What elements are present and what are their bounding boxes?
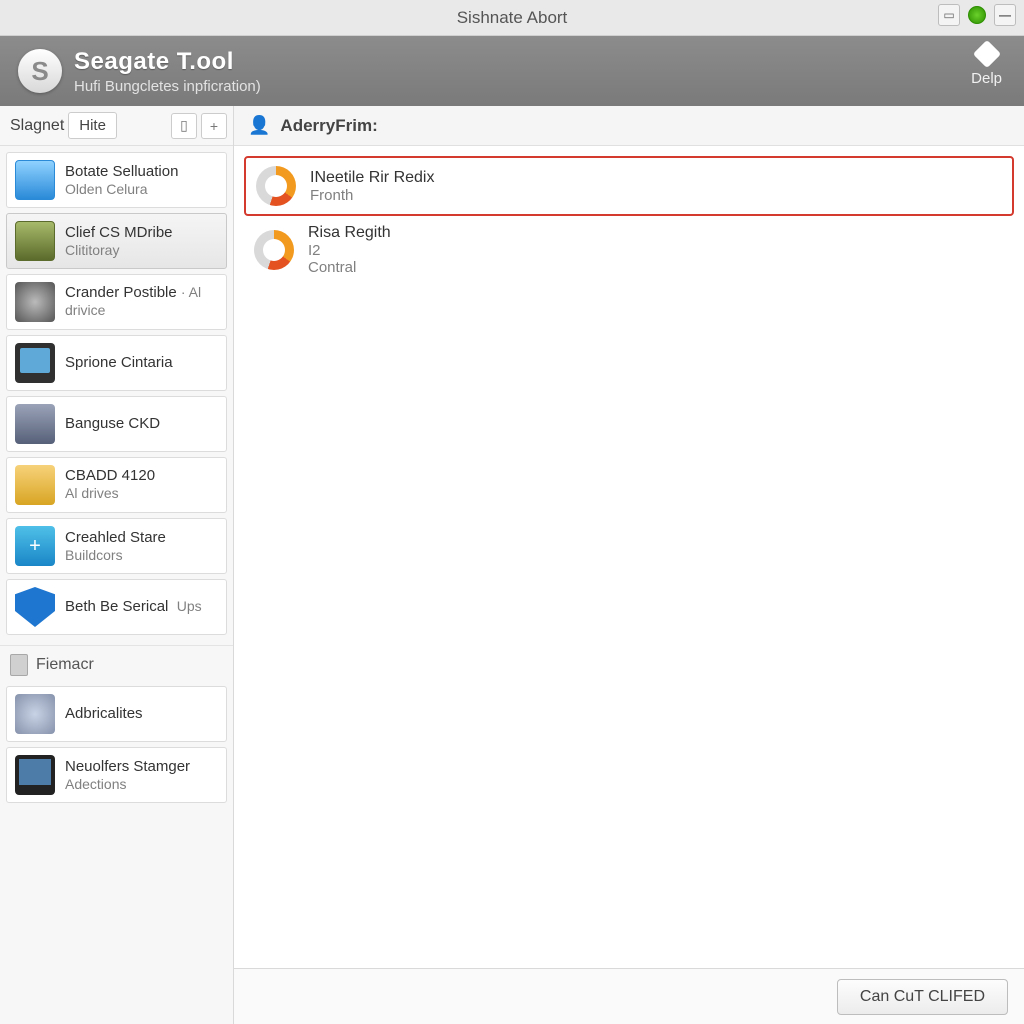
sidebar-item-cbadd[interactable]: CBADD 4120Al drives — [6, 457, 227, 513]
crumb-chip[interactable]: Hite — [68, 112, 117, 139]
key-icon — [15, 465, 55, 505]
sidebar-item-adbricalites[interactable]: Adbricalites — [6, 686, 227, 742]
sidebar-item-crander[interactable]: Crander Postible · Al drivice — [6, 274, 227, 330]
sidebar-item-banguse[interactable]: Banguse CKD — [6, 396, 227, 452]
person-icon: 👤 — [248, 115, 270, 136]
main-item-ineetile[interactable]: INeetile Rir RedixFronth — [244, 156, 1014, 216]
app-header: S Seagate T.ool Hufi Bungcletes inpficra… — [0, 36, 1024, 106]
donut-chart-icon — [256, 166, 296, 206]
plus-icon: + — [15, 526, 55, 566]
main-panel: 👤 AderryFrim: INeetile Rir RedixFronth R… — [234, 106, 1024, 1024]
footer-bar: Can CuT CLIFED — [234, 968, 1024, 1024]
sidebar-item-botate[interactable]: Botate SelluationOlden Celura — [6, 152, 227, 208]
app-logo-icon: S — [18, 49, 62, 93]
sidebar: Slagnet Hite ▯ + Botate SelluationOlden … — [0, 106, 234, 1024]
window-controls: ▭ — — [938, 4, 1016, 26]
sidebar-section-header[interactable]: Fiemacr — [0, 645, 233, 680]
main-item-risa[interactable]: Risa RegithI2Contral — [244, 216, 1014, 284]
window-titlebar: Sishnate Abort ▭ — — [0, 0, 1024, 36]
sidebar-item-beth[interactable]: Beth Be Serical Ups — [6, 579, 227, 635]
app-subtitle: Hufi Bungcletes inpficration) — [74, 78, 261, 95]
help-icon — [972, 40, 1000, 68]
main-heading-bar: 👤 AderryFrim: — [234, 106, 1024, 146]
sidebar-item-sprione[interactable]: Sprione Cintaria — [6, 335, 227, 391]
window-minimize-button[interactable]: — — [994, 4, 1016, 26]
sidebar-extra-list: Adbricalites Neuolfers StamgerAdections — [0, 680, 233, 809]
primary-action-button[interactable]: Can CuT CLIFED — [837, 979, 1008, 1015]
crumb-label: Slagnet — [6, 117, 64, 135]
sidebar-item-creahled[interactable]: + Creahled StareBuildcors — [6, 518, 227, 574]
tablet-icon — [15, 343, 55, 383]
main-heading: AderryFrim: — [280, 116, 377, 136]
app-title: Seagate T.ool — [74, 48, 261, 76]
list-view-icon[interactable]: ▯ — [171, 113, 197, 139]
add-icon[interactable]: + — [201, 113, 227, 139]
window-title: Sishnate Abort — [457, 8, 568, 28]
laptop-icon — [15, 755, 55, 795]
shield-icon — [15, 587, 55, 627]
sidebar-item-neuolfers[interactable]: Neuolfers StamgerAdections — [6, 747, 227, 803]
crest-icon — [15, 694, 55, 734]
donut-chart-icon — [254, 230, 294, 270]
help-label: Delp — [971, 70, 1002, 87]
drive-stack-icon — [15, 221, 55, 261]
sidebar-toolbar: Slagnet Hite ▯ + — [0, 106, 233, 146]
sidebar-list: Botate SelluationOlden Celura Clief CS M… — [0, 146, 233, 641]
fan-icon — [15, 282, 55, 322]
monitor-icon — [15, 160, 55, 200]
window-restore-button[interactable]: ▭ — [938, 4, 960, 26]
main-list: INeetile Rir RedixFronth Risa RegithI2Co… — [234, 146, 1024, 294]
sidebar-item-clief[interactable]: Clief CS MDribeClititoray — [6, 213, 227, 269]
section-badge-icon — [10, 654, 28, 676]
window-status-icon[interactable] — [968, 6, 986, 24]
gear-icon — [15, 404, 55, 444]
app-header-text: Seagate T.ool Hufi Bungcletes inpficrati… — [74, 48, 261, 95]
section-label: Fiemacr — [36, 656, 94, 674]
help-button[interactable]: Delp — [971, 44, 1002, 87]
